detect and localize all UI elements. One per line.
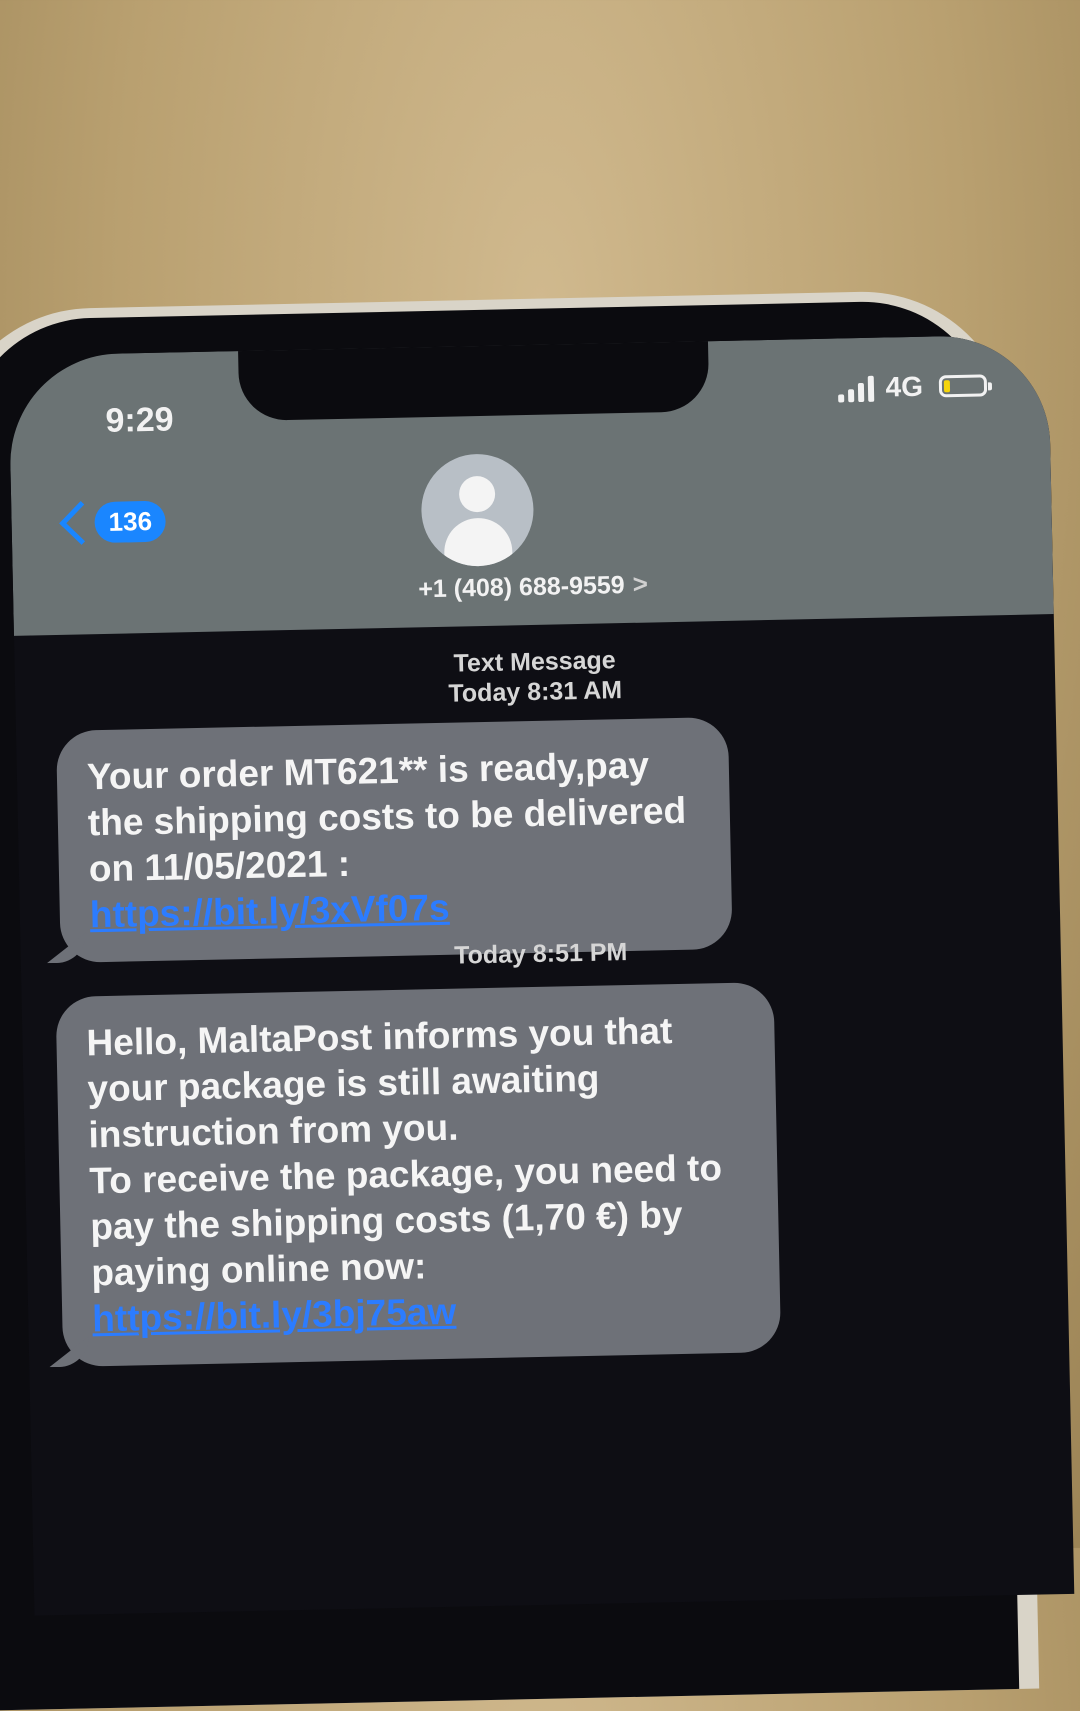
unread-count-badge: 136 [94,500,167,544]
contact-info-button[interactable]: +1 (408) 688-9559 > [13,560,1053,613]
chevron-right-icon: > [632,568,649,599]
message-text: To receive the package, you need to pay … [88,1147,723,1294]
person-avatar-icon[interactable] [420,452,535,568]
back-button[interactable]: 136 [55,500,167,545]
status-time: 9:29 [105,400,174,440]
message-bubble: Hello, MaltaPost informs you that your p… [56,982,782,1367]
message-text: Hello, MaltaPost informs you that your p… [86,1010,673,1156]
contact-number: +1 (408) 688-9559 [417,571,625,604]
conversation-header: 9:29 4G 136 +1 (408) 688-9559 > [8,334,1054,636]
message-link[interactable]: https://bit.ly/3xVf07s [89,887,450,936]
battery-low-icon [938,374,988,398]
status-indicators: 4G [837,369,988,404]
message-text: Your order MT621** is ready,pay the ship… [86,744,687,890]
messages-screen: 9:29 4G 136 +1 (408) 688-9559 > Text Mess… [8,334,1075,1616]
chevron-left-icon [59,500,104,545]
network-type-label: 4G [885,370,924,403]
message-service-label: Text Message Today 8:31 AM [14,636,1055,718]
signal-bars-icon [837,374,874,403]
message-link[interactable]: https://bit.ly/3bj75aw [92,1291,457,1340]
message-bubble: Your order MT621** is ready,pay the ship… [56,716,733,963]
